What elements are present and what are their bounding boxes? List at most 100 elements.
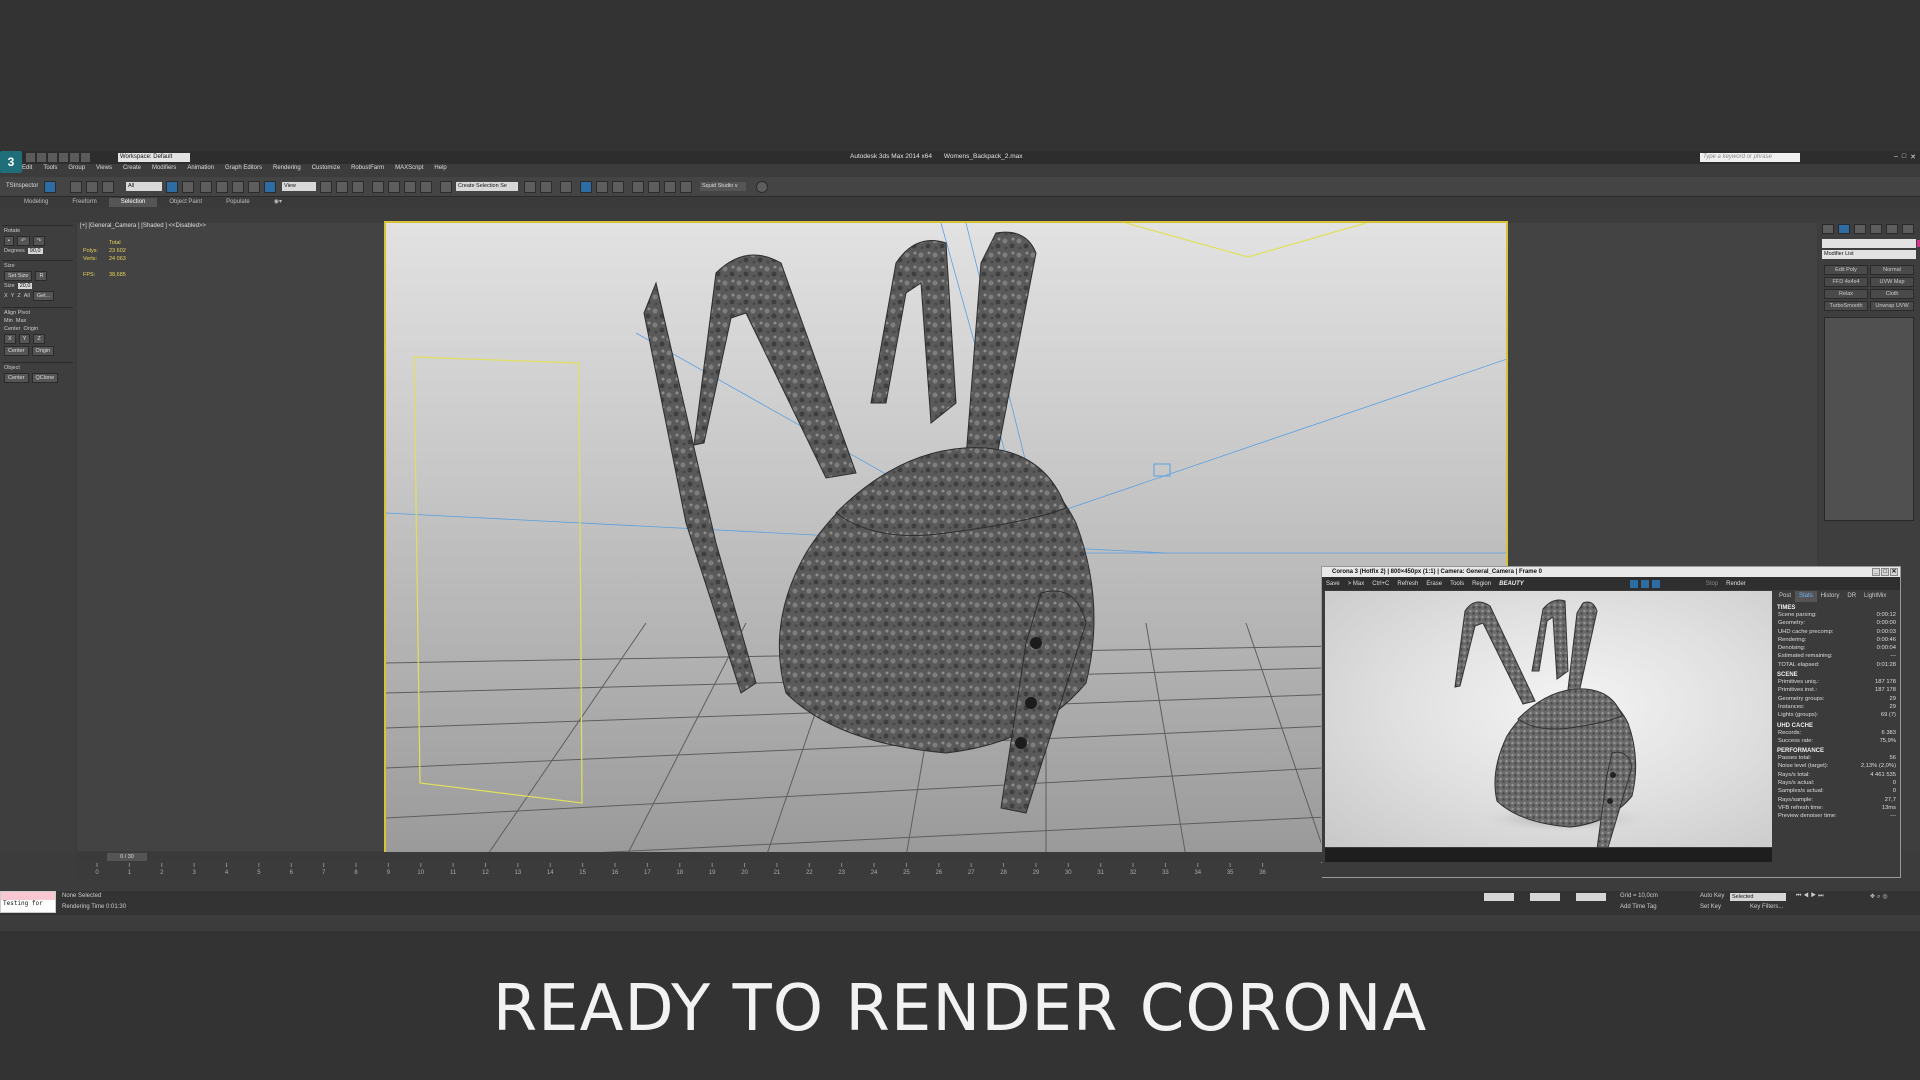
erase-button[interactable]: Erase <box>1426 581 1442 587</box>
copy-button[interactable]: Ctrl+C <box>1372 581 1389 587</box>
track-bar[interactable]: 0 1 2 3 4 5 6 7 8 9 10 11 12 13 14 15 16 17 18 19 20 21 22 23 24… <box>77 863 1322 879</box>
key-filters-button[interactable]: Key Filters... <box>1750 904 1783 910</box>
rectangular-selection-icon[interactable] <box>200 181 212 193</box>
zoom-fit-icon[interactable] <box>1629 579 1638 588</box>
object-center-button[interactable]: Center <box>4 373 29 383</box>
rotate-reset-icon[interactable]: ▪ <box>4 236 14 246</box>
tab-stats[interactable]: Stats <box>1795 591 1817 602</box>
pivot-x-button[interactable]: X <box>4 334 16 344</box>
modifier-stack[interactable] <box>1824 317 1914 521</box>
viewport-label[interactable]: [+] [General_Camera ] [Shaded ] <<Disabl… <box>80 223 206 229</box>
menu-edit[interactable]: Edit <box>22 165 32 175</box>
select-manipulate-icon[interactable] <box>336 181 348 193</box>
region-button[interactable]: Region <box>1472 581 1491 587</box>
ffd-button[interactable]: FFD 4x4x4 <box>1824 277 1868 287</box>
minimize-icon[interactable]: – <box>1894 153 1898 161</box>
unlink-icon[interactable] <box>86 181 98 193</box>
selection-filter-dropdown[interactable]: All <box>126 182 162 191</box>
open-file-icon[interactable] <box>37 153 46 162</box>
rendered-frame-window-icon[interactable] <box>664 181 676 193</box>
tab-freeform[interactable]: Freeform <box>60 198 108 207</box>
corona-minimize-icon[interactable]: _ <box>1872 568 1880 576</box>
uvw-map-button[interactable]: UVW Map <box>1870 277 1914 287</box>
tools-button[interactable]: Tools <box>1450 581 1464 587</box>
hierarchy-tab-icon[interactable] <box>1854 224 1866 234</box>
spinner-snap-icon[interactable] <box>420 181 432 193</box>
scale-icon[interactable] <box>264 181 276 193</box>
z-radio[interactable]: Z <box>17 293 20 299</box>
add-time-tag[interactable]: Add Time Tag <box>1620 904 1657 910</box>
move-icon[interactable] <box>232 181 244 193</box>
r-button[interactable]: R <box>35 271 48 281</box>
squid-studio-icon[interactable] <box>756 181 768 193</box>
undo-icon[interactable] <box>59 153 68 162</box>
menu-modifiers[interactable]: Modifiers <box>152 165 176 175</box>
set-key-button[interactable]: Set Key <box>1700 904 1721 910</box>
modify-tab-icon[interactable] <box>1838 224 1850 234</box>
link-icon[interactable] <box>70 181 82 193</box>
zoom-in-icon[interactable] <box>1640 579 1649 588</box>
search-input[interactable]: Type a keyword or phrase <box>1700 153 1800 162</box>
tsinspector-label[interactable]: TSInspector <box>6 183 38 189</box>
tab-lightmix[interactable]: LightMix <box>1860 591 1890 602</box>
cloth-button[interactable]: Cloth <box>1870 289 1914 299</box>
all-radio[interactable]: All <box>24 293 30 299</box>
menu-rendering[interactable]: Rendering <box>273 165 301 175</box>
size-input[interactable]: 20,0 <box>17 283 33 289</box>
z-coordinate-field[interactable] <box>1576 893 1606 901</box>
turbosmooth-button[interactable]: TurboSmooth <box>1824 301 1868 311</box>
origin-radio[interactable]: Origin <box>24 326 39 332</box>
normal-button[interactable]: Normal <box>1870 265 1914 275</box>
reference-coordinate-dropdown[interactable]: View <box>282 182 316 191</box>
unwrap-uvw-button[interactable]: Unwrap UVW <box>1870 301 1914 311</box>
angle-snap-icon[interactable] <box>388 181 400 193</box>
min-radio[interactable]: Min <box>4 318 13 324</box>
rotate-cw-icon[interactable]: ↷ <box>32 236 46 246</box>
ribbon-toggle-icon[interactable] <box>580 181 592 193</box>
workspace-dropdown[interactable]: Workspace: Default <box>118 153 190 162</box>
menu-tools[interactable]: Tools <box>43 165 57 175</box>
relax-button[interactable]: Relax <box>1824 289 1868 299</box>
mirror-icon[interactable] <box>524 181 536 193</box>
pivot-center-button[interactable]: Center <box>4 346 29 356</box>
render-element-dropdown[interactable]: BEAUTY <box>1499 581 1524 587</box>
corona-maximize-icon[interactable]: □ <box>1881 568 1889 576</box>
pivot-center-icon[interactable] <box>320 181 332 193</box>
time-slider-track[interactable]: 0 / 30 <box>77 852 1322 862</box>
corona-vfb-window[interactable]: Corona 3 (Hotfix 2) | 800×450px (1:1) | … <box>1321 566 1901 878</box>
tab-populate[interactable]: Populate <box>214 198 262 207</box>
set-size-button[interactable]: Set Size <box>4 271 33 281</box>
tab-history[interactable]: History <box>1817 591 1844 602</box>
create-tab-icon[interactable] <box>1822 224 1834 234</box>
time-slider[interactable]: 0 / 30 <box>107 853 147 861</box>
render-preview[interactable] <box>1325 591 1772 847</box>
maximize-icon[interactable]: □ <box>1902 153 1906 161</box>
auto-key-button[interactable]: Auto Key <box>1700 893 1724 899</box>
keyboard-shortcut-icon[interactable] <box>352 181 364 193</box>
pivot-z-button[interactable]: Z <box>33 334 45 344</box>
zoom-out-icon[interactable] <box>1651 579 1660 588</box>
y-radio[interactable]: Y <box>11 293 15 299</box>
x-coordinate-field[interactable] <box>1484 893 1514 901</box>
rotate-ccw-icon[interactable]: ↶ <box>16 236 30 246</box>
modifier-list-dropdown[interactable]: Modifier List <box>1822 250 1916 259</box>
menu-maxscript[interactable]: MAXScript <box>395 165 423 175</box>
redo-icon[interactable] <box>70 153 79 162</box>
menu-robustfarm[interactable]: RobustFarm <box>351 165 384 175</box>
menu-help[interactable]: Help <box>434 165 446 175</box>
schematic-view-icon[interactable] <box>612 181 624 193</box>
viewport-navigation-icon[interactable]: ✥⌕◎ <box>1870 893 1890 901</box>
snaps-toggle-icon[interactable] <box>372 181 384 193</box>
utilities-tab-icon[interactable] <box>1902 224 1914 234</box>
tab-object-paint[interactable]: Object Paint <box>157 198 214 207</box>
playback-controls-icon[interactable]: ⏮◀▶⏭ <box>1796 893 1826 900</box>
refresh-button[interactable]: Refresh <box>1397 581 1418 587</box>
display-tab-icon[interactable] <box>1886 224 1898 234</box>
save-button[interactable]: Save <box>1326 581 1340 587</box>
curve-editor-icon[interactable] <box>596 181 608 193</box>
degrees-input[interactable]: 90,0 <box>27 248 43 254</box>
pivot-origin-button[interactable]: Origin <box>31 346 55 356</box>
material-editor-icon[interactable] <box>632 181 644 193</box>
bind-space-warp-icon[interactable] <box>102 181 114 193</box>
get-button[interactable]: Get... <box>32 291 55 301</box>
